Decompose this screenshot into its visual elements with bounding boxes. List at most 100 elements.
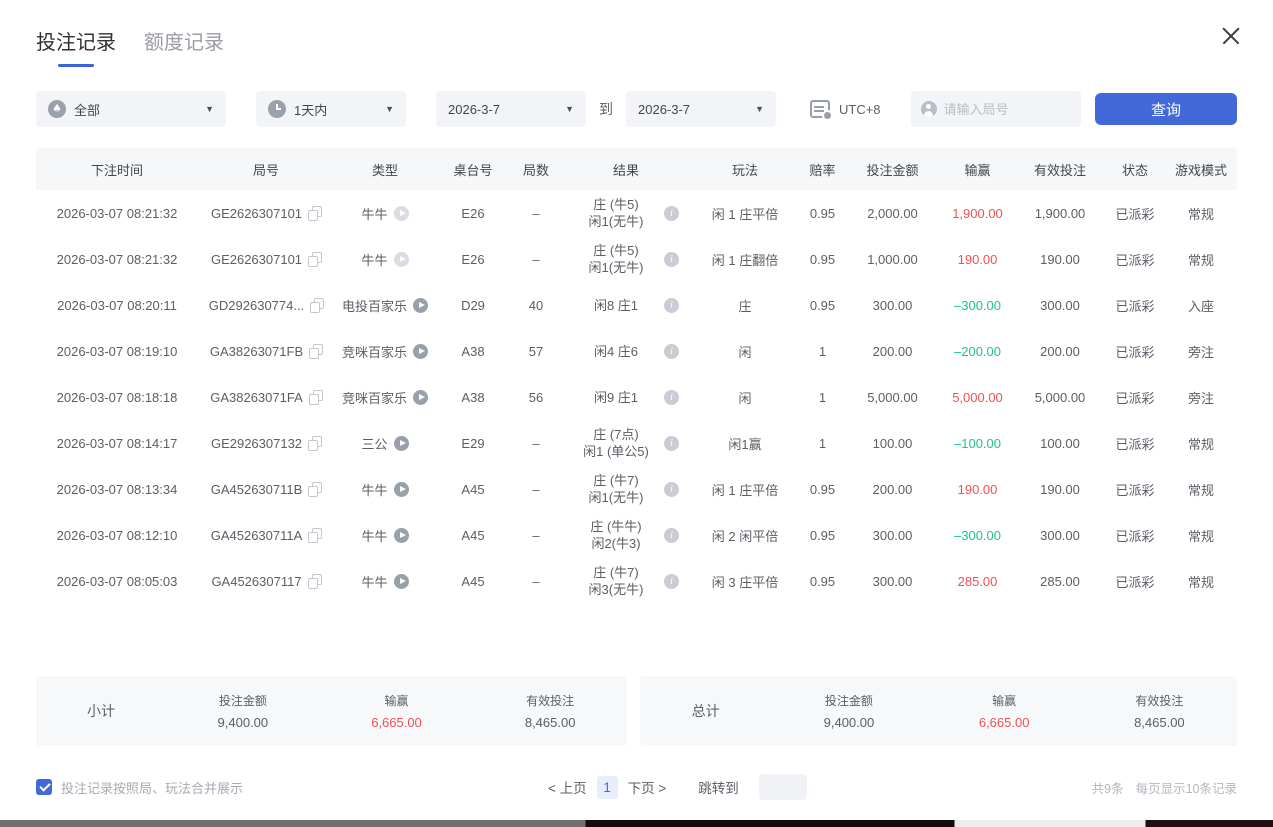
info-icon[interactable] (664, 528, 679, 543)
copy-icon[interactable] (310, 298, 323, 312)
copy-icon[interactable] (308, 206, 321, 220)
round-id-text: GA452630711B (211, 482, 303, 497)
game-type-cell: 牛牛 (334, 526, 436, 545)
result-cell: 闲4 庄6 (562, 343, 690, 360)
info-icon[interactable] (664, 574, 679, 589)
game-mode-cell: 旁注 (1165, 388, 1237, 407)
valid-bet-cell: 1,900.00 (1015, 206, 1105, 221)
round-count-cell: – (510, 482, 562, 497)
copy-icon[interactable] (308, 436, 321, 450)
bet-amount-cell: 1,000.00 (845, 252, 940, 267)
win-loss-cell: –100.00 (940, 436, 1015, 451)
play-video-icon[interactable] (413, 298, 428, 313)
status-cell: 已派彩 (1105, 572, 1165, 591)
odds-cell: 0.95 (800, 298, 845, 313)
subtotal-win: 输赢 6,665.00 (320, 692, 474, 730)
game-type-text: 竞咪百家乐 (342, 342, 407, 361)
copy-icon[interactable] (308, 574, 321, 588)
status-cell: 已派彩 (1105, 250, 1165, 269)
table-no-cell: A38 (436, 390, 510, 405)
result-text: 庄 (牛5)闲1(无牛) (589, 242, 664, 276)
info-icon[interactable] (664, 436, 679, 451)
table-row: 2026-03-07 08:18:18GA38263071FA竞咪百家乐A385… (36, 374, 1237, 420)
copy-icon[interactable] (308, 528, 321, 542)
date-to-label: 到 (599, 99, 613, 119)
table-row: 2026-03-07 08:05:03GA4526307117牛牛A45–庄 (… (36, 558, 1237, 604)
copy-icon[interactable] (308, 482, 321, 496)
round-count-cell: 40 (510, 298, 562, 313)
copy-icon[interactable] (308, 252, 321, 266)
round-id-text: GA38263071FB (210, 344, 303, 359)
tab-bet-records[interactable]: 投注记录 (36, 26, 116, 67)
game-type-select[interactable]: ♠ 全部 ▼ (36, 91, 226, 127)
round-id-text: GE2626307101 (211, 206, 302, 221)
column-header: 桌台号 (436, 160, 510, 179)
prev-page-button[interactable]: < 上页 (548, 777, 587, 797)
round-id-text: GE2926307132 (211, 436, 302, 451)
table-no-cell: A45 (436, 574, 510, 589)
info-icon[interactable] (664, 206, 679, 221)
info-icon[interactable] (664, 344, 679, 359)
date-from-picker[interactable]: 2026-3-7 ▼ (436, 91, 586, 127)
close-icon[interactable] (1221, 26, 1241, 46)
bet-amount-cell: 200.00 (845, 344, 940, 359)
bet-amount-cell: 100.00 (845, 436, 940, 451)
info-icon[interactable] (664, 252, 679, 267)
search-button[interactable]: 查询 (1095, 93, 1237, 125)
game-mode-cell: 常规 (1165, 526, 1237, 545)
play-video-icon[interactable] (394, 252, 409, 267)
status-cell: 已派彩 (1105, 480, 1165, 499)
status-cell: 已派彩 (1105, 296, 1165, 315)
current-page-button[interactable]: 1 (597, 776, 618, 799)
column-header: 类型 (334, 160, 436, 179)
valid-bet-cell: 190.00 (1015, 482, 1105, 497)
play-video-icon[interactable] (394, 206, 409, 221)
round-id-cell: GA452630711A (198, 528, 334, 543)
bet-time-cell: 2026-03-07 08:18:18 (36, 390, 198, 405)
time-range-select[interactable]: 1天内 ▼ (256, 91, 406, 127)
play-video-icon[interactable] (394, 436, 409, 451)
table-row: 2026-03-07 08:20:11GD292630774...电投百家乐D2… (36, 282, 1237, 328)
status-cell: 已派彩 (1105, 526, 1165, 545)
odds-cell: 1 (800, 436, 845, 451)
result-line: 闲1(无牛) (589, 489, 644, 506)
win-loss-cell: 5,000.00 (940, 390, 1015, 405)
subtotal-valid: 有效投注 8,465.00 (473, 692, 627, 730)
result-line: 闲8 庄1 (594, 297, 638, 314)
game-type-text: 牛牛 (361, 204, 387, 223)
result-line: 庄 (牛牛) (590, 518, 641, 535)
table-no-cell: E29 (436, 436, 510, 451)
game-type-text: 牛牛 (361, 526, 387, 545)
valid-bet-cell: 285.00 (1015, 574, 1105, 589)
round-id-input[interactable] (944, 102, 1064, 117)
play-type-cell: 闲 (690, 388, 800, 407)
result-text: 庄 (牛7)闲1(无牛) (589, 472, 664, 506)
chevron-down-icon: ▼ (205, 104, 214, 114)
tab-quota-records[interactable]: 额度记录 (144, 26, 224, 67)
footer-bar: 投注记录按照局、玩法合并展示 < 上页 1 下页 > 跳转到 共9条 每页显示1… (36, 772, 1237, 802)
play-video-icon[interactable] (413, 390, 428, 405)
result-cell: 庄 (7点)闲1 (单公5) (562, 426, 690, 460)
play-video-icon[interactable] (413, 344, 428, 359)
bet-amount-cell: 300.00 (845, 298, 940, 313)
copy-icon[interactable] (309, 390, 322, 404)
info-icon[interactable] (664, 482, 679, 497)
chevron-down-icon: ▼ (755, 104, 764, 114)
play-video-icon[interactable] (394, 574, 409, 589)
play-video-icon[interactable] (394, 528, 409, 543)
column-header: 输赢 (940, 160, 1015, 179)
next-page-button[interactable]: 下页 > (628, 777, 667, 797)
merge-display-option: 投注记录按照局、玩法合并展示 (36, 778, 243, 797)
merge-checkbox[interactable] (36, 779, 52, 795)
table-header: 下注时间局号类型桌台号局数结果玩法赔率投注金额输赢有效投注状态游戏模式 (36, 148, 1237, 190)
odds-cell: 1 (800, 344, 845, 359)
info-icon[interactable] (664, 298, 679, 313)
jump-to-page-input[interactable] (759, 774, 807, 800)
play-video-icon[interactable] (394, 482, 409, 497)
round-id-cell: GA452630711B (198, 482, 334, 497)
result-line: 闲1(无牛) (589, 259, 644, 276)
copy-icon[interactable] (309, 344, 322, 358)
timezone-indicator[interactable]: UTC+8 (810, 100, 881, 118)
date-to-picker[interactable]: 2026-3-7 ▼ (626, 91, 776, 127)
info-icon[interactable] (664, 390, 679, 405)
